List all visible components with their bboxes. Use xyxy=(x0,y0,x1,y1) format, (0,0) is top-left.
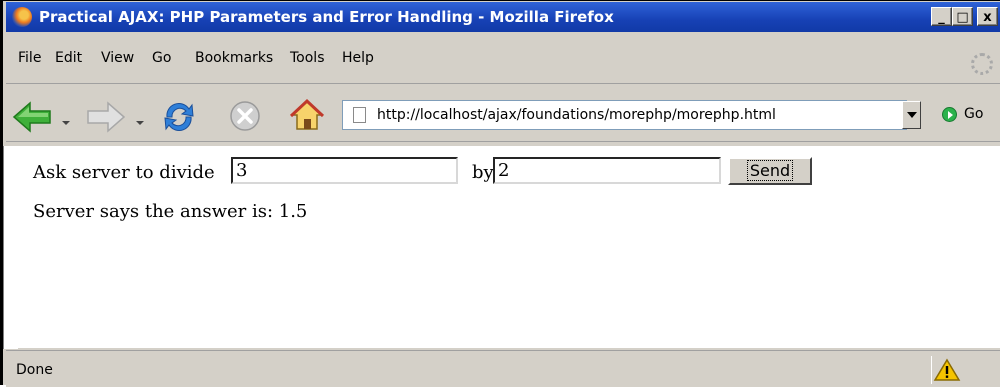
reload-icon[interactable] xyxy=(161,99,197,135)
by-label: by xyxy=(472,162,494,183)
forward-dropdown-icon xyxy=(136,121,144,125)
back-dropdown-icon[interactable] xyxy=(62,121,70,125)
window-title: Practical AJAX: PHP Parameters and Error… xyxy=(39,8,614,26)
forward-arrow-icon xyxy=(87,101,126,133)
server-result-text: Server says the answer is: 1.5 xyxy=(33,201,308,222)
menu-bar: File Edit View Go Bookmarks Tools Help xyxy=(6,47,966,71)
menu-file[interactable]: File xyxy=(18,50,41,66)
browser-window: Practical AJAX: PHP Parameters and Error… xyxy=(0,0,1000,387)
divide-prompt-label: Ask server to divide xyxy=(33,162,215,183)
title-bar[interactable]: Practical AJAX: PHP Parameters and Error… xyxy=(6,2,1000,32)
go-button-label[interactable]: Go xyxy=(964,106,983,122)
status-bar: Done xyxy=(6,350,1000,387)
throbber-icon xyxy=(971,53,993,75)
firefox-icon xyxy=(12,7,32,27)
go-icon[interactable] xyxy=(942,107,957,122)
navigation-toolbar: http://localhost/ajax/foundations/moreph… xyxy=(6,91,1000,141)
menu-bookmarks[interactable]: Bookmarks xyxy=(195,50,273,66)
close-button[interactable]: x xyxy=(977,7,998,26)
second-number-input[interactable]: 2 xyxy=(493,157,721,184)
address-text[interactable]: http://localhost/ajax/foundations/moreph… xyxy=(377,107,776,123)
stop-icon xyxy=(230,101,260,131)
send-button[interactable]: Send xyxy=(728,157,812,185)
first-number-input[interactable]: 3 xyxy=(231,157,458,184)
address-bar[interactable]: http://localhost/ajax/foundations/moreph… xyxy=(342,100,907,130)
status-text: Done xyxy=(16,362,53,378)
content-left-border xyxy=(3,146,18,349)
menu-separator xyxy=(6,83,1000,84)
warning-icon[interactable] xyxy=(931,356,962,384)
menu-view[interactable]: View xyxy=(101,50,134,66)
menu-go[interactable]: Go xyxy=(152,50,171,66)
menu-help[interactable]: Help xyxy=(342,50,374,66)
address-dropdown-button[interactable] xyxy=(902,101,921,129)
home-icon[interactable] xyxy=(289,97,325,133)
page-icon xyxy=(353,107,366,123)
minimize-button[interactable]: _ xyxy=(931,7,952,26)
back-arrow-icon[interactable] xyxy=(12,101,52,133)
menu-edit[interactable]: Edit xyxy=(55,50,82,66)
maximize-button[interactable]: □ xyxy=(952,7,973,26)
menu-tools[interactable]: Tools xyxy=(290,50,325,66)
page-content: Ask server to divide 3 by 2 Send Server … xyxy=(17,146,1000,348)
send-button-label: Send xyxy=(746,160,794,181)
toolbar-separator xyxy=(6,141,1000,142)
